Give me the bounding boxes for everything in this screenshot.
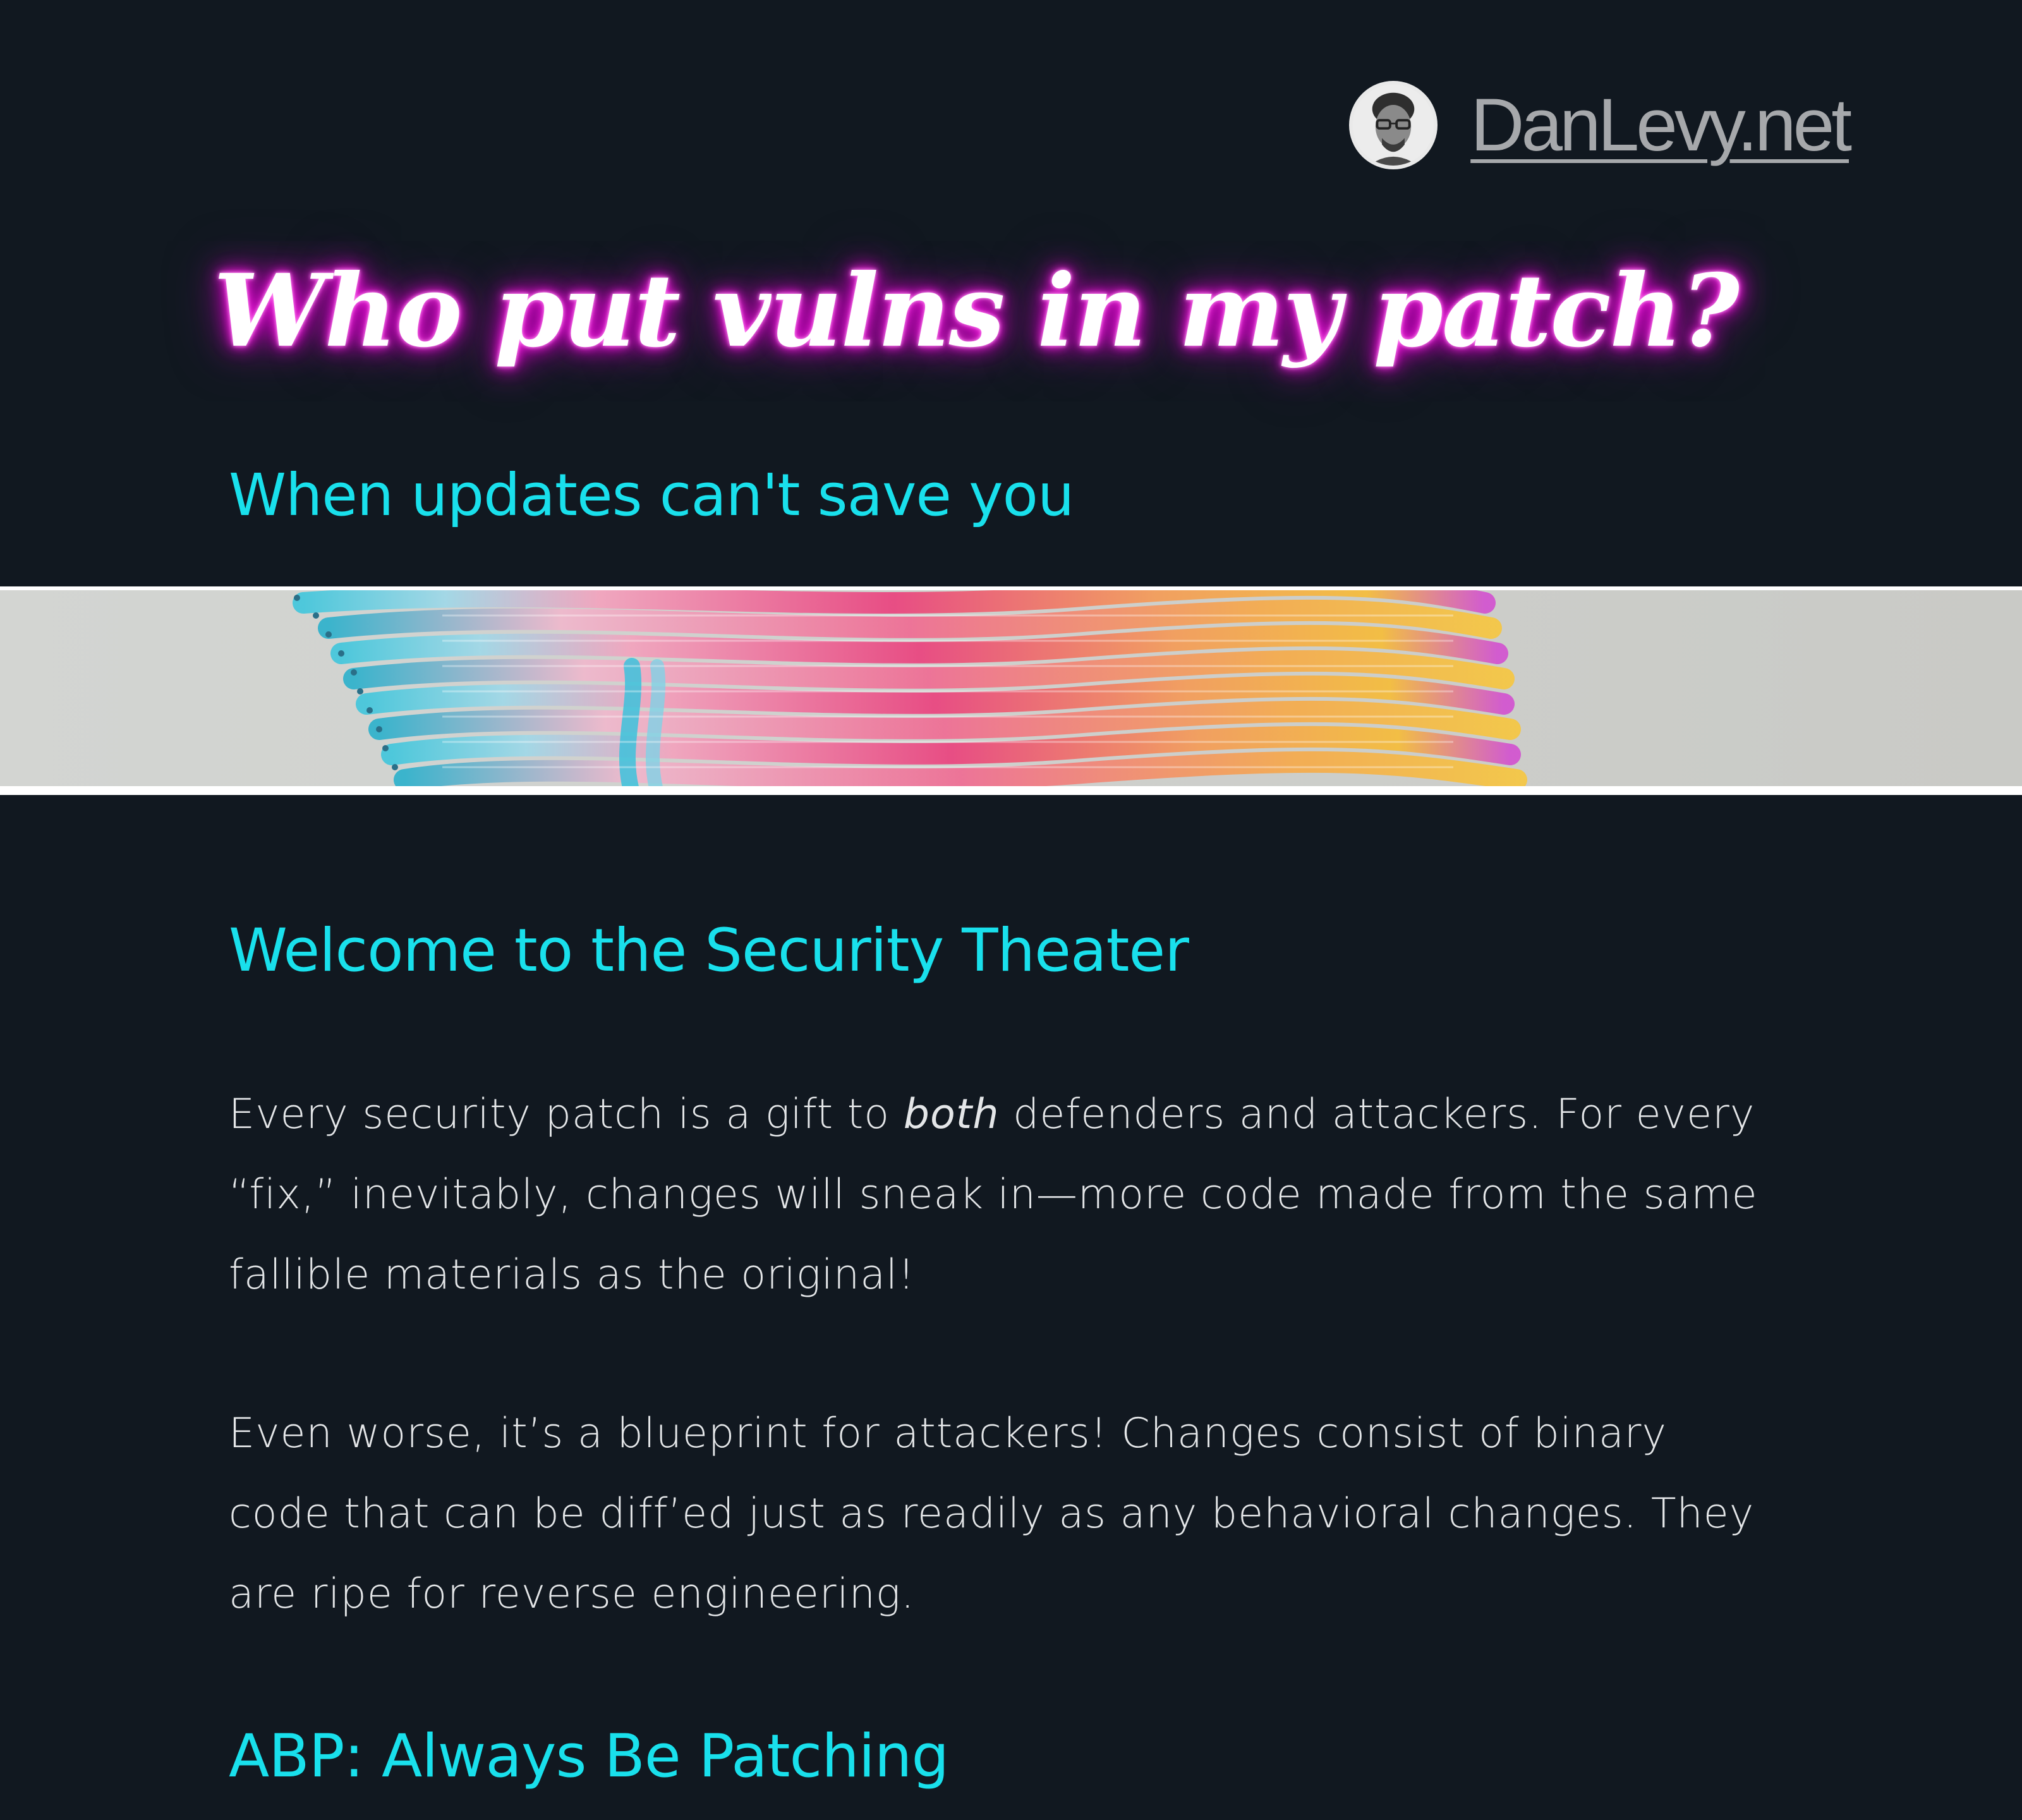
page-title: Who put vulns in my patch? bbox=[214, 253, 1740, 370]
paragraph-text: Every security patch is a gift to bbox=[229, 1091, 904, 1138]
avatar[interactable] bbox=[1349, 81, 1438, 169]
abstract-colorful-strands-image bbox=[0, 590, 2022, 786]
paragraph-blueprint: Even worse, it’s a blueprint for attacke… bbox=[229, 1410, 1755, 1618]
page-subtitle: When updates can't save you bbox=[229, 461, 1074, 529]
site-header: DanLevy.net bbox=[1349, 81, 1852, 169]
section-heading-always-be-patching: ABP: Always Be Patching bbox=[229, 1722, 949, 1791]
avatar-portrait-icon bbox=[1353, 85, 1434, 166]
paragraph-security-patch: Every security patch is a gift to both d… bbox=[229, 1074, 1758, 1315]
emphasis-both: both bbox=[903, 1091, 1000, 1138]
hero-banner bbox=[0, 586, 2022, 795]
section-heading-security-theater: Welcome to the Security Theater bbox=[229, 916, 1189, 985]
site-home-link[interactable]: DanLevy.net bbox=[1470, 82, 1852, 168]
